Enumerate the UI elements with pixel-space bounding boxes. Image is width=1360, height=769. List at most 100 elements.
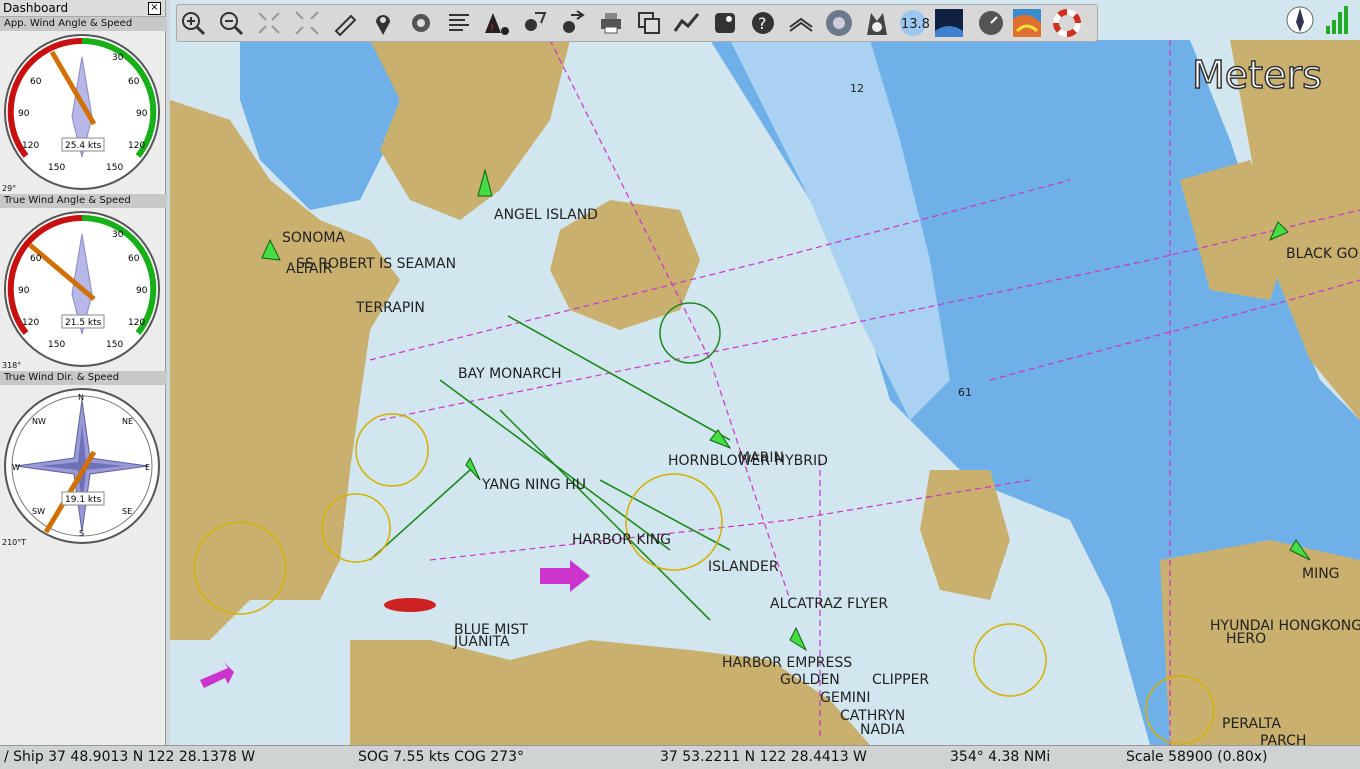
instrument-title-app-wind: App. Wind Angle & Speed xyxy=(0,17,167,31)
track-icon[interactable] xyxy=(673,9,701,37)
compass-label: SW xyxy=(32,507,45,516)
compass-label: NW xyxy=(32,417,46,426)
tide-icon[interactable] xyxy=(521,9,549,37)
vessel-label[interactable]: HARBOR EMPRESS xyxy=(722,655,852,671)
layers-icon[interactable] xyxy=(787,9,815,37)
grib-icon[interactable] xyxy=(711,9,739,37)
own-ship[interactable] xyxy=(384,598,436,612)
place-label: ANGEL ISLAND xyxy=(494,207,598,223)
north-arrow-icon[interactable] xyxy=(1286,6,1314,34)
wind-angle-readout: 318° xyxy=(2,361,22,370)
vessel-label[interactable]: GEMINI xyxy=(820,690,871,706)
wind-speed-readout: 25.4 kts xyxy=(65,141,102,151)
lifebuoy-icon[interactable] xyxy=(1053,9,1081,37)
toolbar-number: 13.8 xyxy=(901,17,930,32)
vessel-label[interactable]: MING xyxy=(1302,566,1340,582)
wind-speed-readout: 21.5 kts xyxy=(65,318,102,328)
vessel-label[interactable]: GOLDEN xyxy=(780,672,840,688)
vessel-label[interactable]: PERALTA xyxy=(1222,716,1281,732)
gauge-tick: 150 xyxy=(48,163,65,173)
wolf-icon[interactable] xyxy=(825,9,853,37)
vessel-label[interactable]: SONOMA xyxy=(282,230,345,246)
main-toolbar: ! ? 13.8 xyxy=(176,4,1098,42)
sog-cog: SOG 7.55 kts COG 273° xyxy=(358,749,524,765)
gauge-icon[interactable] xyxy=(977,9,1005,37)
gauge-tick: 150 xyxy=(48,340,65,350)
ship-position: / Ship 37 48.9013 N 122 28.1378 W xyxy=(4,749,256,765)
vessel-label[interactable]: ALCATRAZ FLYER xyxy=(770,596,888,612)
vessel-label[interactable]: BLACK GO xyxy=(1286,246,1358,262)
wind-compass-gauge: N NE E SE S SW W NW 19.1 kts xyxy=(4,388,160,544)
print-icon[interactable] xyxy=(597,9,625,37)
current-icon[interactable] xyxy=(559,9,587,37)
weather-icon[interactable] xyxy=(1013,9,1041,37)
help-icon[interactable]: ? xyxy=(749,9,777,37)
gauge-tick: 60 xyxy=(30,254,42,264)
vessel-label[interactable]: HARBOR KING xyxy=(572,532,671,548)
gauge-tick: 120 xyxy=(128,141,145,151)
vessel-label[interactable]: JUANITA xyxy=(453,634,510,650)
chart-canvas[interactable]: 12 61 Meters ANGEL ISLAND SONOMA ALTAIR … xyxy=(170,0,1360,745)
compass-label: SE xyxy=(122,507,132,516)
gauge-tick: 90 xyxy=(136,286,148,296)
chart-scale: Scale 58900 (0.80x) xyxy=(1126,749,1268,765)
ais-warning-icon[interactable]: ! xyxy=(483,9,511,37)
compass-label: W xyxy=(12,463,20,472)
nautical-chart[interactable]: 12 61 Meters ANGEL ISLAND SONOMA ALTAIR … xyxy=(170,0,1360,745)
compass-label: N xyxy=(78,393,84,402)
vessel-label[interactable]: ISLANDER xyxy=(708,559,779,575)
wind-speed-readout: 19.1 kts xyxy=(65,495,102,505)
app-wind-gauge: 60 90 120 150 30 60 90 120 150 25.4 kts xyxy=(4,34,160,190)
dashboard-titlebar: Dashboard × xyxy=(0,0,165,17)
vessel-label[interactable]: SS ROBERT IS SEAMAN xyxy=(296,256,456,272)
gauge-tick: 30 xyxy=(112,53,124,63)
route-icon[interactable] xyxy=(331,9,359,37)
vessel-label[interactable]: NADIA xyxy=(860,722,905,738)
gauge-tick: 60 xyxy=(128,254,140,264)
vessel-label[interactable]: BAY MONARCH xyxy=(458,366,562,382)
gauge-tick: 150 xyxy=(106,340,123,350)
vessel-label[interactable]: HERO xyxy=(1226,631,1266,647)
zoom-out-icon[interactable] xyxy=(217,9,245,37)
vessel-label[interactable]: PARCH xyxy=(1260,733,1306,745)
cursor-position: 37 53.2211 N 122 28.4413 W xyxy=(660,749,867,765)
earth-icon[interactable] xyxy=(935,9,963,37)
compass-label: E xyxy=(145,463,150,472)
text-icon[interactable] xyxy=(445,9,473,37)
close-icon[interactable]: × xyxy=(148,2,161,15)
copy-icon[interactable] xyxy=(635,9,663,37)
wind-angle-readout: 29° xyxy=(2,184,17,193)
instrument-title-true-wind-dir: True Wind Dir. & Speed xyxy=(0,371,167,385)
bearing-distance: 354° 4.38 NMi xyxy=(950,749,1051,765)
gauge-tick: 90 xyxy=(18,286,30,296)
svg-text:!: ! xyxy=(490,23,494,34)
sounding: 12 xyxy=(850,82,864,95)
shrink-icon[interactable] xyxy=(255,9,283,37)
gauge-tick: 90 xyxy=(18,109,30,119)
svg-text:?: ? xyxy=(758,14,767,33)
depth-units-label: Meters xyxy=(1192,53,1322,97)
mark-icon[interactable] xyxy=(369,9,397,37)
husky-icon[interactable] xyxy=(863,9,891,37)
zoom-in-icon[interactable] xyxy=(179,9,207,37)
instrument-title-true-wind: True Wind Angle & Speed xyxy=(0,194,167,208)
settings-icon[interactable] xyxy=(407,9,435,37)
dashboard-title: Dashboard xyxy=(3,1,69,15)
status-bar: / Ship 37 48.9013 N 122 28.1378 W SOG 7.… xyxy=(0,745,1360,769)
wind-direction-readout: 210°T xyxy=(2,538,27,547)
gauge-tick: 120 xyxy=(22,318,39,328)
gauge-tick: 120 xyxy=(22,141,39,151)
gauge-tick: 60 xyxy=(30,77,42,87)
compass-label: NE xyxy=(122,417,133,426)
moon-icon[interactable]: 13.8 xyxy=(899,9,931,37)
expand-icon[interactable] xyxy=(293,9,321,37)
vessel-label[interactable]: TERRAPIN xyxy=(355,300,425,316)
vessel-label[interactable]: MARIN xyxy=(738,450,784,466)
true-wind-gauge: 60 90 120 150 30 60 90 120 150 21.5 kts xyxy=(4,211,160,367)
vessel-label[interactable]: YANG NING HU xyxy=(481,477,586,493)
sounding: 61 xyxy=(958,386,972,399)
vessel-label[interactable]: CLIPPER xyxy=(872,672,929,688)
compass-label: S xyxy=(79,529,84,538)
gauge-tick: 30 xyxy=(112,230,124,240)
gauge-tick: 90 xyxy=(136,109,148,119)
